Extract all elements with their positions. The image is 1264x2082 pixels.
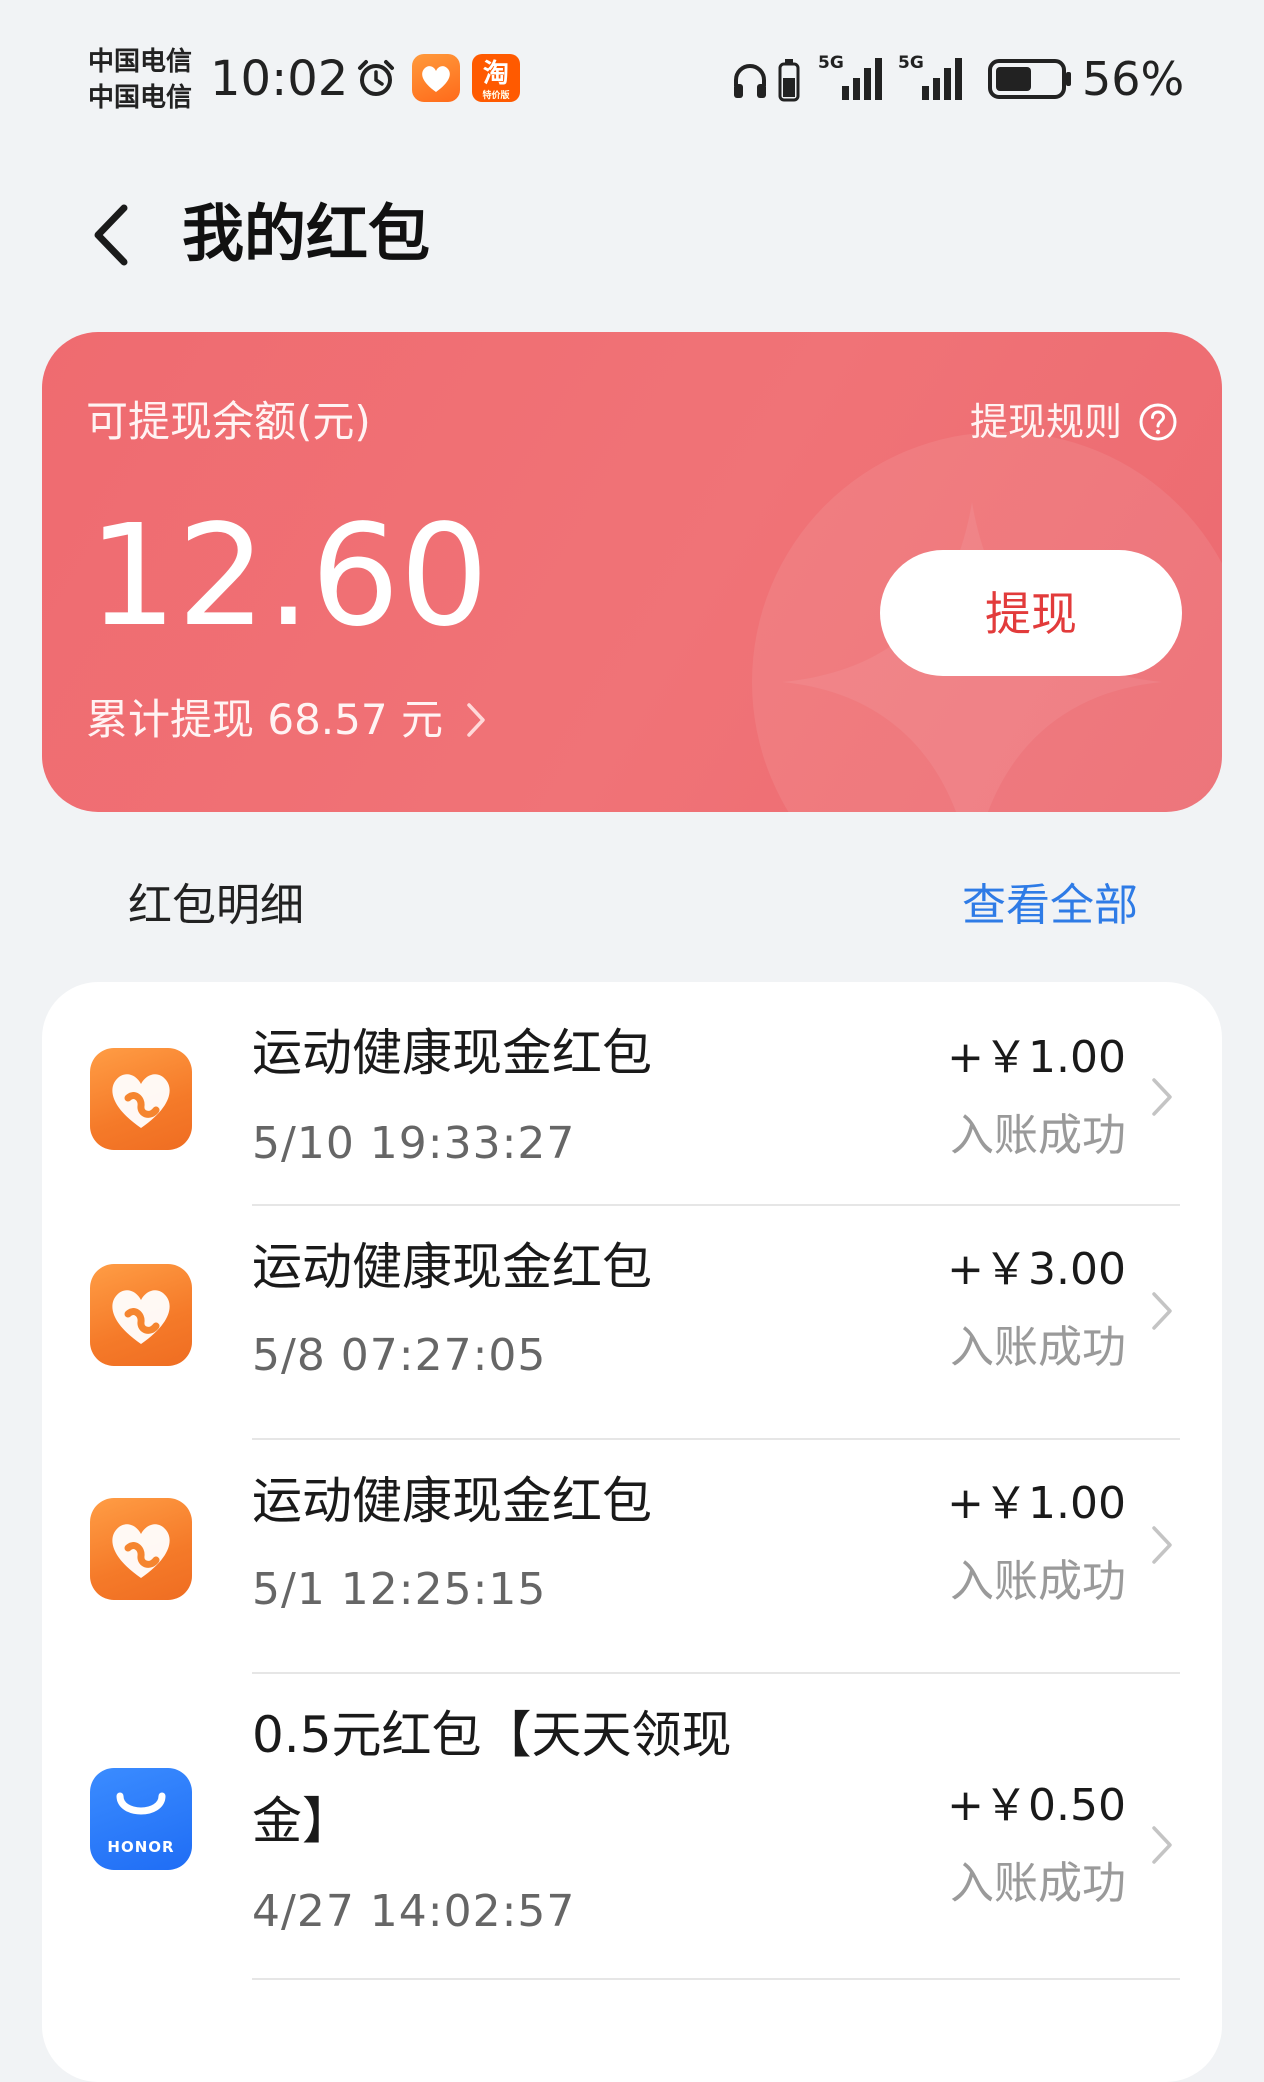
carrier-1: 中国电信 [88, 47, 193, 77]
red-packet-list: 运动健康现金红包 5/10 19:33:27 +￥1.00 入账成功 运动健康现… [42, 982, 1222, 2082]
withdraw-button[interactable]: 提现 [880, 550, 1182, 676]
divider [252, 1978, 1180, 1980]
withdraw-rules-link[interactable]: 提现规则 [970, 394, 1178, 450]
item-amount: +￥1.00 [947, 1032, 1126, 1083]
item-status: 入账成功 [950, 1556, 1126, 1607]
item-status: 入账成功 [950, 1858, 1126, 1909]
status-bar: 中国电信 中国电信 10:02 淘 特价版 5G 5G 56% [0, 0, 1264, 150]
section-title: 红包明细 [128, 880, 304, 931]
honor-store-icon: HONOR [90, 1768, 192, 1870]
item-amount: +￥3.00 [947, 1244, 1126, 1295]
total-withdrawn-link[interactable]: 累计提现 68.57 元 [86, 690, 487, 750]
battery-percent: 56% [1082, 52, 1185, 106]
view-all-link[interactable]: 查看全部 [962, 874, 1138, 938]
list-item[interactable]: 运动健康现金红包 5/8 07:27:05 +￥3.00 入账成功 [42, 1206, 1222, 1440]
item-amount: +￥1.00 [947, 1478, 1126, 1529]
health-heart-icon [90, 1048, 192, 1150]
headset-icon [734, 64, 766, 98]
item-time: 5/1 12:25:15 [252, 1564, 547, 1615]
carrier-2: 中国电信 [88, 83, 193, 113]
list-item[interactable]: 运动健康现金红包 5/10 19:33:27 +￥1.00 入账成功 [42, 982, 1222, 1206]
status-clock: 10:02 [210, 51, 349, 107]
back-arrow-icon[interactable] [88, 200, 134, 270]
taobao-notification-icon: 淘 特价版 [472, 54, 520, 102]
chevron-right-icon [467, 703, 485, 737]
page-title: 我的红包 [182, 197, 431, 270]
honor-icon-text: HONOR [107, 1838, 175, 1856]
balance-card: 可提现余额(元) 提现规则 12.60 累计提现 68.57 元 提现 [42, 332, 1222, 812]
chevron-right-icon [1152, 1078, 1172, 1116]
item-title: 0.5元红包【天天领现金】 [252, 1706, 732, 1850]
headset-battery-icon [778, 59, 800, 102]
item-time: 5/10 19:33:27 [252, 1118, 576, 1169]
chevron-right-icon [1152, 1526, 1172, 1564]
taobao-badge-subtext: 特价版 [482, 91, 510, 101]
taobao-badge-text: 淘 [482, 59, 509, 89]
balance-label: 可提现余额(元) [86, 397, 371, 446]
item-status: 入账成功 [950, 1322, 1126, 1373]
item-title: 运动健康现金红包 [252, 1472, 652, 1530]
total-withdrawn-text: 累计提现 68.57 元 [86, 695, 443, 744]
alarm-icon [358, 60, 394, 96]
item-status: 入账成功 [950, 1110, 1126, 1161]
item-time: 5/8 07:27:05 [252, 1330, 547, 1381]
list-item[interactable]: HONOR 0.5元红包【天天领现金】 4/27 14:02:57 +￥0.50… [42, 1674, 1222, 1980]
svg-text:5G: 5G [818, 53, 844, 73]
battery-icon [988, 59, 1071, 99]
list-item[interactable]: 运动健康现金红包 5/1 12:25:15 +￥1.00 入账成功 [42, 1440, 1222, 1674]
balance-amount: 12.60 [88, 495, 489, 658]
health-heart-icon [90, 1498, 192, 1600]
health-heart-icon [90, 1264, 192, 1366]
health-app-notification-icon [412, 54, 460, 102]
help-icon [1139, 403, 1177, 441]
item-title: 运动健康现金红包 [252, 1238, 652, 1296]
carrier-labels: 中国电信 中国电信 [88, 44, 192, 116]
signal-5g-icon: 5G [818, 53, 882, 100]
chevron-right-icon [1152, 1292, 1172, 1330]
item-amount: +￥0.50 [947, 1780, 1126, 1831]
withdraw-rules-label: 提现规则 [969, 400, 1122, 444]
svg-text:5G: 5G [898, 53, 924, 73]
item-title: 运动健康现金红包 [252, 1024, 652, 1082]
chevron-right-icon [1152, 1826, 1172, 1864]
signal-5g-icon-2: 5G [898, 53, 962, 100]
item-time: 4/27 14:02:57 [252, 1886, 576, 1937]
